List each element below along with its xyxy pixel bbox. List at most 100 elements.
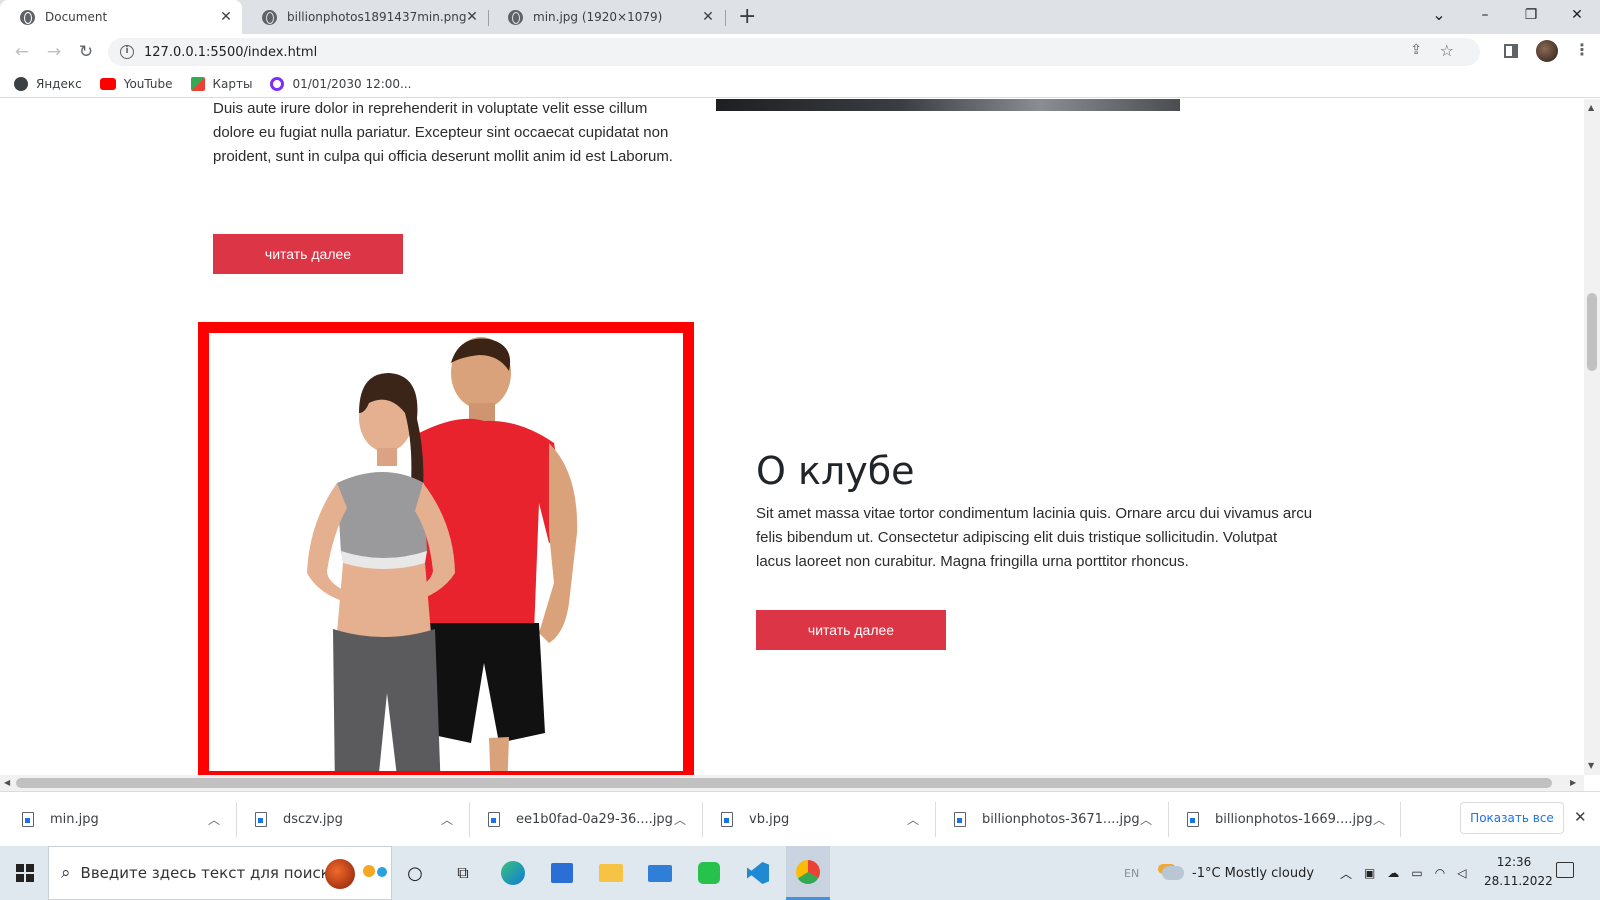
globe-icon — [508, 9, 523, 25]
profile-avatar[interactable] — [1536, 40, 1558, 62]
onedrive-icon[interactable]: ☁ — [1387, 866, 1399, 880]
vertical-scroll-thumb[interactable] — [1587, 293, 1597, 371]
about-paragraph: Sit amet massa vitae tortor condimentum … — [756, 505, 1313, 570]
download-item[interactable]: billionphotos-3671....jpg ︿ — [954, 792, 1154, 847]
tab-close-icon[interactable]: ✕ — [218, 9, 234, 25]
divider — [469, 802, 470, 837]
close-downloads-icon[interactable]: ✕ — [1574, 808, 1587, 826]
bookmark-star-icon[interactable]: ☆ — [1440, 41, 1454, 60]
about-title: О клубе — [756, 449, 915, 493]
bookmark-yandex[interactable]: Яндекс — [14, 76, 82, 91]
tab-min-jpg[interactable]: min.jpg (1920×1079) ✕ — [488, 0, 724, 34]
show-all-downloads-button[interactable]: Показать все — [1460, 802, 1564, 834]
youtube-icon — [99, 77, 116, 90]
horizontal-scrollbar[interactable]: ◀ ▶ — [0, 775, 1584, 791]
bookmark-clock[interactable]: 01/01/2030 12:00... — [270, 76, 412, 91]
address-bar[interactable]: i 127.0.0.1:5500/index.html ⇪ ☆ — [108, 38, 1480, 66]
download-item[interactable]: ee1b0fad-0a29-36....jpg ︿ — [488, 792, 688, 847]
vertical-scrollbar[interactable]: ▲ ▼ — [1584, 99, 1600, 775]
bookmark-maps[interactable]: Карты — [190, 76, 253, 91]
bookmarks-bar: Яндекс YouTube Карты 01/01/2030 12:00... — [0, 70, 1600, 98]
scroll-up-arrow-icon[interactable]: ▲ — [1588, 103, 1594, 112]
tab-search-dropdown-icon[interactable]: ⌄ — [1416, 0, 1462, 30]
weather-widget[interactable]: -1°C Mostly cloudy — [1162, 846, 1314, 900]
read-more-button[interactable]: читать далее — [213, 234, 403, 274]
store-icon[interactable] — [545, 856, 579, 890]
wifi-icon[interactable]: ◠ — [1435, 866, 1445, 880]
clock-icon — [270, 76, 285, 91]
vscode-icon[interactable] — [741, 856, 775, 890]
chevron-up-icon[interactable]: ︿ — [1340, 865, 1352, 882]
fitness-couple-illustration — [307, 337, 578, 771]
task-view-icon[interactable]: ⧉ — [446, 856, 480, 890]
tab-title: min.jpg (1920×1079) — [533, 10, 663, 24]
minimize-button[interactable]: – — [1462, 0, 1508, 30]
back-arrow-icon[interactable]: ← — [10, 40, 34, 64]
meet-icon[interactable]: ▣ — [1364, 866, 1375, 880]
bookmark-youtube[interactable]: YouTube — [99, 76, 173, 91]
chevron-up-icon[interactable]: ︿ — [907, 811, 919, 828]
clock[interactable]: 12:36 28.11.2022 — [1484, 853, 1553, 891]
file-explorer-icon[interactable] — [594, 856, 628, 890]
mail-icon[interactable] — [643, 856, 677, 890]
restore-button[interactable]: ❐ — [1508, 0, 1554, 30]
browser-toolbar: ← → ↻ i 127.0.0.1:5500/index.html ⇪ ☆ ⋮ — [0, 34, 1600, 70]
horizontal-scroll-thumb[interactable] — [16, 778, 1552, 788]
notifications-icon[interactable] — [1556, 862, 1574, 878]
scroll-right-arrow-icon[interactable]: ▶ — [1570, 778, 1576, 787]
close-window-button[interactable]: ✕ — [1554, 0, 1600, 30]
scroll-left-arrow-icon[interactable]: ◀ — [4, 778, 10, 787]
chrome-icon[interactable] — [786, 846, 830, 900]
edge-icon[interactable] — [496, 856, 530, 890]
bookmark-label: 01/01/2030 12:00... — [292, 76, 412, 91]
download-filename: billionphotos-3671....jpg — [982, 812, 1140, 827]
tab-close-icon[interactable]: ✕ — [464, 9, 480, 25]
globe-icon — [262, 9, 277, 25]
menu-dots-icon[interactable]: ⋮ — [1574, 40, 1590, 59]
tab-close-icon[interactable]: ✕ — [700, 9, 716, 25]
download-filename: vb.jpg — [749, 812, 790, 827]
windows-start-icon[interactable] — [8, 856, 42, 890]
download-filename: min.jpg — [50, 812, 99, 827]
image-file-icon — [488, 812, 500, 827]
bookmark-label: Карты — [212, 76, 253, 91]
search-placeholder: Введите здесь текст для поиска — [80, 864, 339, 882]
clock-time: 12:36 — [1496, 855, 1532, 869]
cloud-sun-icon — [1162, 866, 1184, 880]
download-filename: billionphotos-1669....jpg — [1215, 812, 1373, 827]
site-info-icon[interactable]: i — [120, 45, 134, 59]
download-item[interactable]: vb.jpg ︿ — [721, 792, 921, 847]
download-item[interactable]: dsczv.jpg ︿ — [255, 792, 455, 847]
new-tab-button[interactable]: + — [738, 4, 756, 29]
forward-arrow-icon[interactable]: → — [42, 40, 66, 64]
tab-billionphotos[interactable]: billionphotos1891437min.png (8 ✕ — [242, 0, 488, 34]
side-panel-icon[interactable] — [1504, 44, 1518, 58]
chevron-up-icon[interactable]: ︿ — [208, 811, 220, 828]
download-item[interactable]: billionphotos-1669....jpg ︿ — [1187, 792, 1387, 847]
chevron-up-icon[interactable]: ︿ — [674, 811, 686, 828]
download-item[interactable]: min.jpg ︿ — [22, 792, 222, 847]
scroll-down-arrow-icon[interactable]: ▼ — [1588, 761, 1594, 770]
reload-icon[interactable]: ↻ — [74, 40, 98, 64]
system-tray-icons[interactable]: ︿ ▣ ☁ ▭ ◠ ◁ — [1340, 846, 1466, 900]
divider — [935, 802, 936, 837]
fitness-couple-image — [198, 322, 694, 775]
chat-app-icon[interactable] — [692, 856, 726, 890]
volume-icon[interactable]: ◁ — [1457, 866, 1466, 880]
cortana-icon[interactable]: ○ — [398, 856, 432, 890]
chevron-up-icon[interactable]: ︿ — [441, 811, 453, 828]
taskbar-search-box[interactable]: ⌕ Введите здесь текст для поиска — [48, 846, 392, 900]
chevron-up-icon[interactable]: ︿ — [1373, 811, 1385, 828]
tab-document[interactable]: Document ✕ — [0, 0, 242, 34]
windows-taskbar: ⌕ Введите здесь текст для поиска ○ ⧉ EN … — [0, 846, 1600, 900]
image-file-icon — [255, 812, 267, 827]
language-indicator[interactable]: EN — [1124, 846, 1139, 900]
bookmark-label: YouTube — [123, 76, 173, 91]
about-read-more-button[interactable]: читать далее — [756, 610, 946, 650]
download-filename: ee1b0fad-0a29-36....jpg — [516, 812, 673, 827]
share-icon[interactable]: ⇪ — [1410, 42, 1422, 58]
chevron-up-icon[interactable]: ︿ — [1140, 811, 1152, 828]
battery-icon[interactable]: ▭ — [1411, 866, 1422, 880]
downloads-bar: min.jpg ︿ dsczv.jpg ︿ ee1b0fad-0a29-36..… — [0, 791, 1600, 846]
divider — [702, 802, 703, 837]
